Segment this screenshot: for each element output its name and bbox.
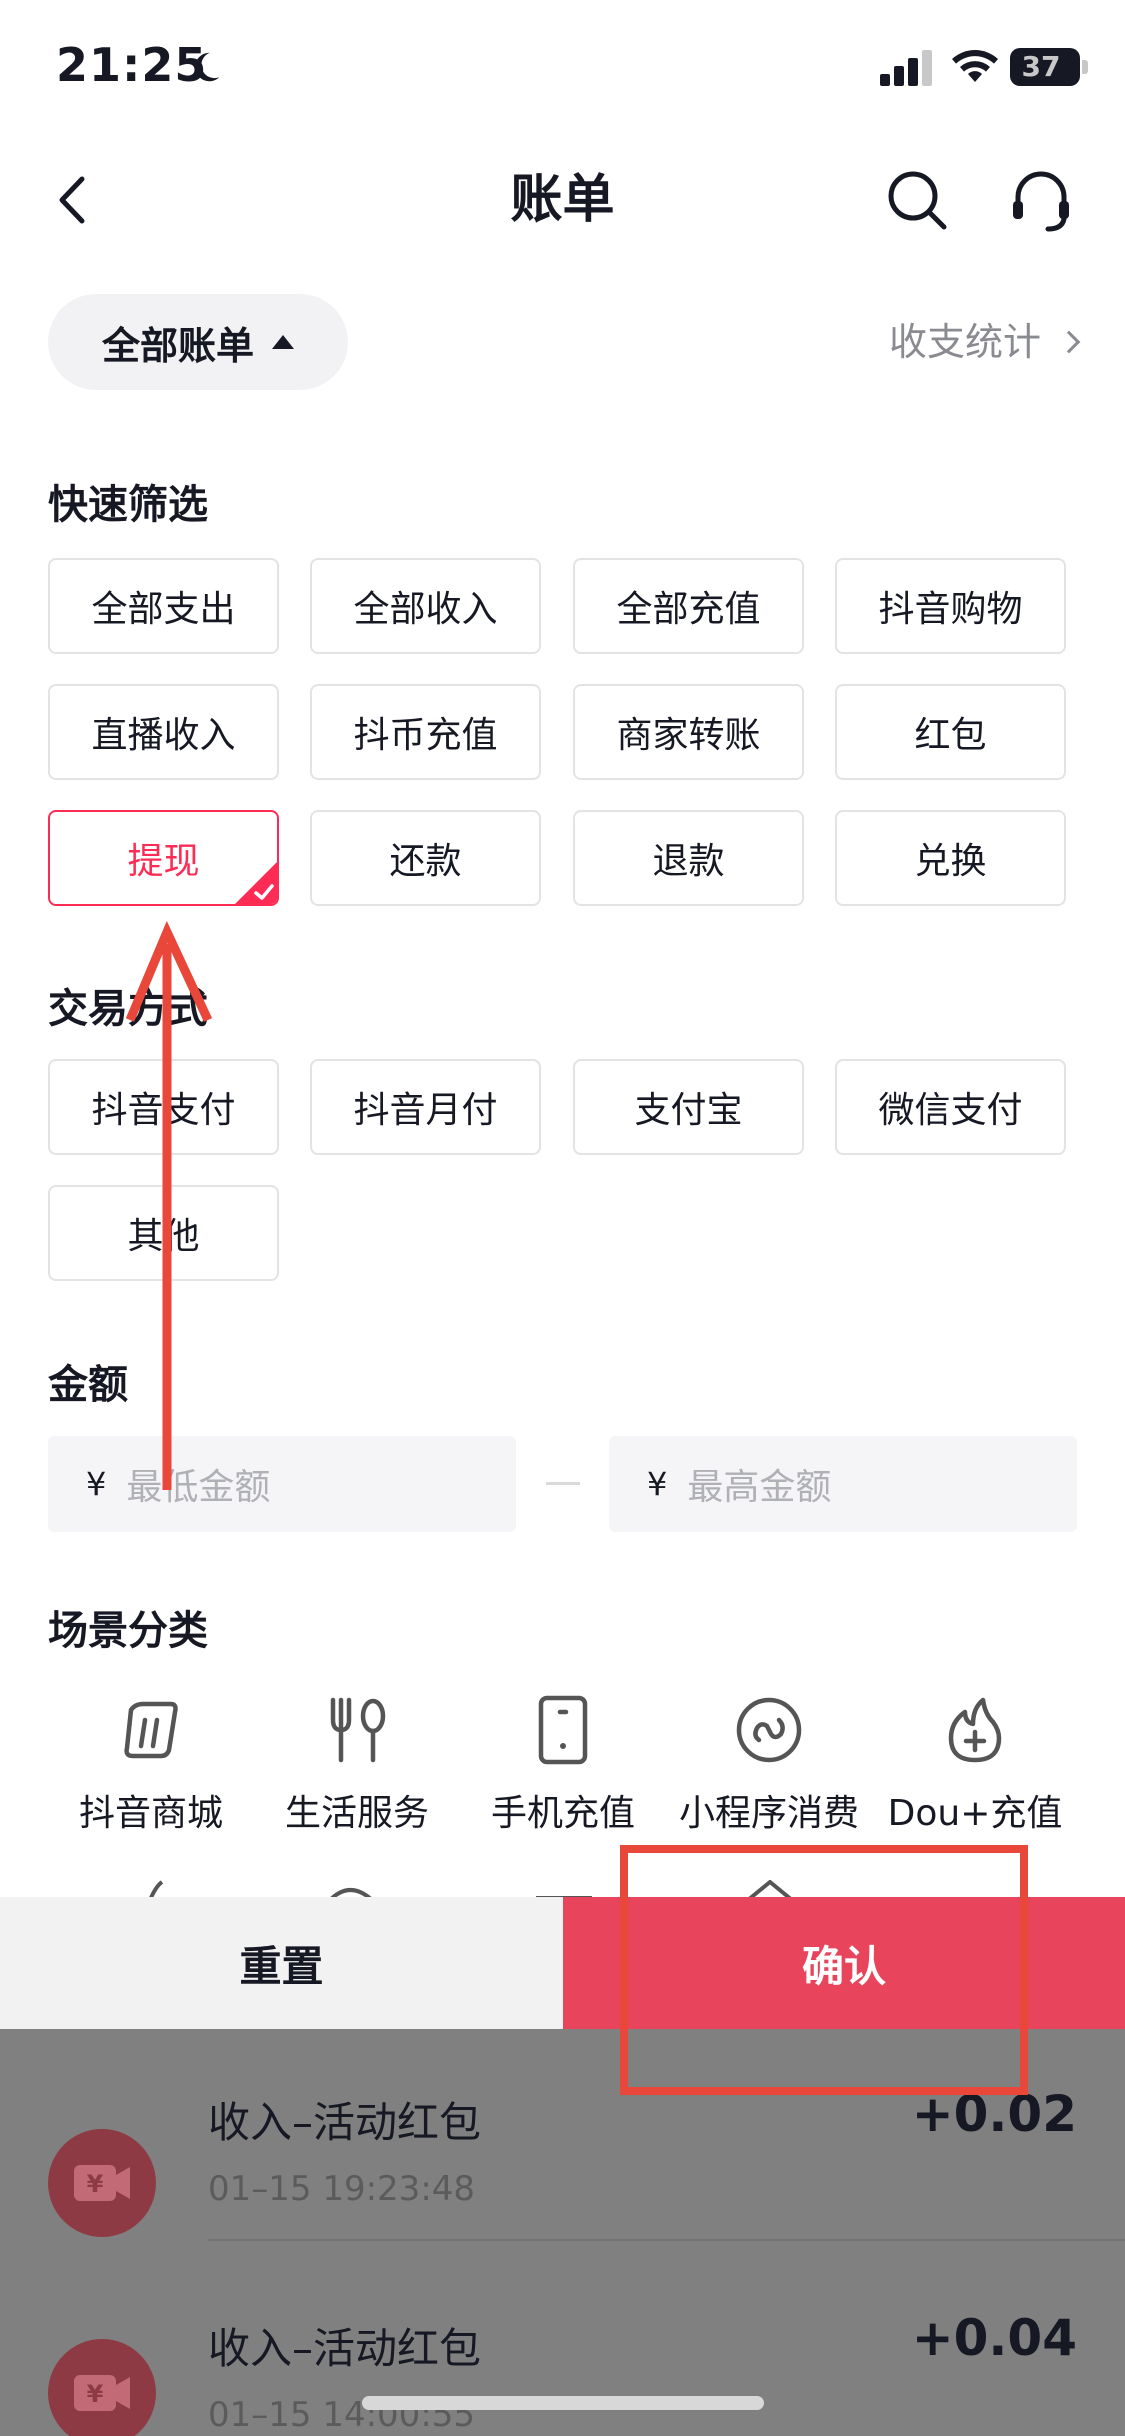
filter-chip[interactable]: 抖音购物	[835, 558, 1066, 654]
mini-program-icon	[736, 1697, 802, 1763]
scene-label: 抖音商城	[78, 1793, 223, 1834]
red-packet-video-icon: ¥	[48, 2129, 156, 2237]
filter-chip[interactable]: 还款	[310, 810, 541, 906]
svg-text:¥: ¥	[87, 2380, 104, 2408]
filter-chip[interactable]: 红包	[835, 684, 1066, 780]
cutlery-icon	[330, 1697, 386, 1763]
filter-chip[interactable]: 全部支出	[48, 558, 279, 654]
quick-filter-title: 快速筛选	[48, 482, 208, 528]
range-separator	[546, 1482, 580, 1485]
video-yuan-icon: ¥	[74, 2375, 130, 2411]
income-expense-stats-link[interactable]: 收支统计	[888, 310, 1081, 374]
chip-label: 微信支付	[878, 1090, 1023, 1131]
chip-label: 全部充值	[616, 589, 761, 630]
reset-label: 重置	[239, 1941, 324, 1991]
chip-label: 抖币充值	[353, 715, 498, 756]
max-amount-placeholder: 最高金额	[687, 1467, 832, 1508]
scene-category-title: 场景分类	[48, 1608, 208, 1654]
nav-bar: 账单	[0, 135, 1125, 265]
status-bar: 21:25 37	[0, 0, 1125, 135]
chip-label: 全部支出	[91, 589, 236, 630]
chip-label: 抖音购物	[878, 589, 1023, 630]
filter-chip[interactable]: 商家转账	[573, 684, 804, 780]
wifi-icon	[952, 50, 998, 82]
filter-chip[interactable]: 兑换	[835, 810, 1066, 906]
currency-symbol: ¥	[86, 1465, 107, 1503]
transaction-title: 收入–活动红包	[208, 2324, 482, 2373]
caret-up-icon	[272, 335, 294, 349]
search-icon[interactable]	[880, 163, 954, 237]
scene-label: Dou+充值	[887, 1793, 1063, 1834]
payment-chip[interactable]: 微信支付	[835, 1059, 1066, 1155]
red-packet-video-icon: ¥	[48, 2339, 156, 2436]
max-amount-field[interactable]: ¥ 最高金额	[609, 1436, 1077, 1532]
annotation-arrow-icon	[125, 920, 213, 1490]
flame-plus-icon	[948, 1697, 1002, 1763]
scene-label: 手机充值	[490, 1793, 635, 1834]
transaction-amount: +0.04	[911, 2309, 1077, 2367]
filter-chip[interactable]: 全部充值	[573, 558, 804, 654]
all-bills-dropdown[interactable]: 全部账单	[48, 294, 348, 390]
chip-label: 还款	[389, 841, 462, 882]
payment-chip[interactable]: 支付宝	[573, 1059, 804, 1155]
chip-label: 商家转账	[616, 715, 761, 756]
battery-icon: 37	[1010, 48, 1080, 86]
scene-item-dou-plus[interactable]: Dou+充值	[872, 1690, 1078, 1836]
phone-icon	[538, 1695, 588, 1765]
amount-title: 金额	[48, 1362, 128, 1408]
svg-text:¥: ¥	[87, 2170, 104, 2198]
scene-item-mini-program[interactable]: 小程序消费	[666, 1690, 872, 1836]
min-amount-field[interactable]: ¥ 最低金额	[48, 1436, 516, 1532]
filter-chip[interactable]: 全部收入	[310, 558, 541, 654]
filter-chip[interactable]: 退款	[573, 810, 804, 906]
filter-chip-selected[interactable]: 提现	[48, 810, 279, 906]
page-title: 账单	[510, 170, 615, 230]
scene-item-mall[interactable]: 抖音商城	[48, 1690, 254, 1836]
stats-label: 收支统计	[888, 320, 1041, 364]
battery-tip	[1082, 60, 1088, 74]
payment-chip[interactable]: 抖音月付	[310, 1059, 541, 1155]
reset-button[interactable]: 重置	[0, 1897, 563, 2029]
video-yuan-icon: ¥	[74, 2165, 130, 2201]
checkmark-icon	[235, 862, 277, 904]
chip-label: 全部收入	[353, 589, 498, 630]
chip-label: 退款	[652, 841, 725, 882]
signal-icon	[880, 50, 932, 86]
battery-percent: 37	[1021, 50, 1061, 83]
scene-label: 小程序消费	[678, 1793, 859, 1834]
chip-label: 兑换	[914, 841, 987, 882]
transaction-time: 01–15 19:23:48	[208, 2169, 476, 2209]
filter-chip[interactable]: 直播收入	[48, 684, 279, 780]
chip-label: 直播收入	[91, 715, 236, 756]
currency-symbol: ¥	[647, 1465, 668, 1503]
scene-item-life-service[interactable]: 生活服务	[254, 1690, 460, 1836]
chip-label: 提现	[127, 841, 200, 882]
chip-label: 支付宝	[634, 1090, 743, 1131]
filter-chip[interactable]: 抖币充值	[310, 684, 541, 780]
moon-icon	[195, 52, 220, 82]
annotation-highlight-box	[620, 1845, 1028, 2095]
transaction-title: 收入–活动红包	[208, 2098, 482, 2147]
back-icon[interactable]	[40, 165, 110, 235]
status-time: 21:25	[56, 38, 208, 92]
scene-label: 生活服务	[284, 1793, 429, 1834]
chip-label: 红包	[914, 715, 987, 756]
mall-icon	[124, 1701, 178, 1759]
customer-service-icon[interactable]	[1004, 163, 1078, 237]
chip-label: 抖音月付	[353, 1090, 498, 1131]
all-bills-label: 全部账单	[101, 323, 254, 368]
chevron-right-icon	[1057, 330, 1081, 354]
home-indicator[interactable]	[362, 2396, 764, 2410]
scene-item-phone-topup[interactable]: 手机充值	[460, 1690, 666, 1836]
